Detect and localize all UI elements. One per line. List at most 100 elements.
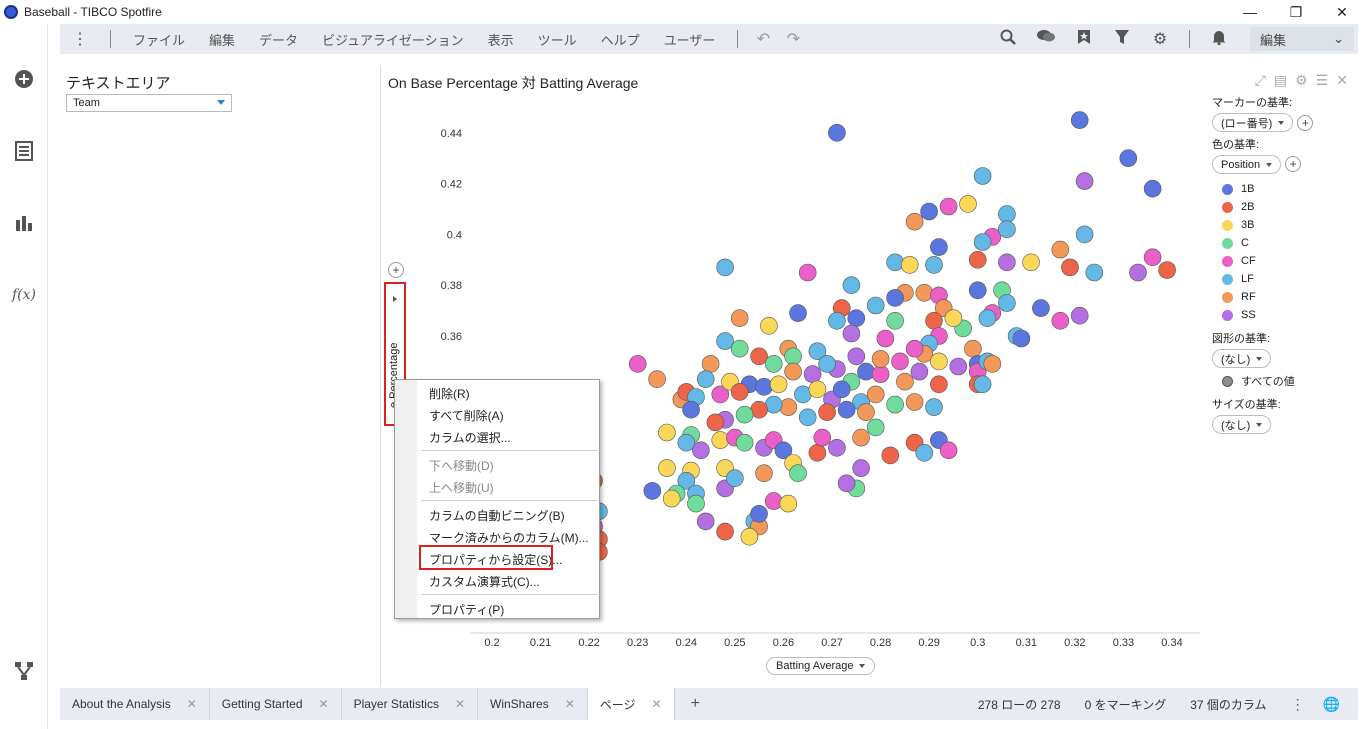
ctx-column-from-marked[interactable]: マーク済みからのカラム(M)... [429, 529, 589, 546]
data-point-ss[interactable] [949, 357, 968, 376]
tab-getting-started[interactable]: Getting Started ✕ [210, 688, 342, 720]
close-visualization-icon[interactable]: ✕ [1336, 72, 1348, 89]
color-by-dropdown[interactable]: Position [1212, 155, 1282, 174]
data-point-lf[interactable] [842, 276, 861, 294]
data-point-2b[interactable] [1158, 261, 1176, 279]
more-options-icon[interactable]: ⋮ [60, 29, 100, 49]
data-point-1b[interactable] [682, 400, 700, 419]
add-page-icon[interactable]: + [675, 695, 716, 713]
data-point-1b[interactable] [789, 304, 807, 322]
edit-mode-dropdown[interactable]: 編集 ⌄ [1250, 27, 1354, 51]
data-point-lf[interactable] [726, 469, 744, 488]
data-point-3b[interactable] [711, 431, 730, 449]
filter-icon[interactable] [1103, 29, 1141, 50]
ctx-properties[interactable]: プロパティ(P) [429, 601, 504, 618]
data-point-lf[interactable] [973, 375, 992, 394]
add-y-axis-icon[interactable]: + [388, 262, 404, 278]
menu-edit[interactable]: 編集 [197, 30, 247, 49]
data-point-rf[interactable] [852, 428, 870, 447]
more-options-icon[interactable]: ⋮ [1291, 696, 1305, 713]
bookmark-icon[interactable] [1065, 29, 1103, 50]
data-point-lf[interactable] [798, 408, 817, 427]
settings-gear-icon[interactable]: ⚙ [1141, 29, 1179, 49]
ctx-auto-binning[interactable]: カラムの自動ビニング(B) [429, 507, 565, 524]
data-point-lf[interactable] [925, 398, 943, 416]
ctx-move-up[interactable]: 上へ移動(U) [429, 479, 494, 496]
undo-icon[interactable]: ↶ [748, 29, 778, 49]
visualization-settings-icon[interactable]: ⚙ [1295, 72, 1308, 89]
ctx-custom-expression[interactable]: カスタム演算式(C)... [429, 573, 540, 590]
x-axis-selector[interactable]: Batting Average [766, 657, 876, 675]
data-point-2b[interactable] [881, 446, 900, 465]
data-point-3b[interactable] [760, 316, 778, 335]
data-point-cf[interactable] [876, 329, 895, 348]
data-point-rf[interactable] [964, 339, 982, 358]
minimize-button[interactable]: — [1227, 0, 1273, 24]
data-point-rf[interactable] [866, 385, 885, 404]
legend-item-cf[interactable]: CF [1212, 252, 1352, 270]
data-point-rf[interactable] [648, 370, 666, 389]
globe-icon[interactable]: 🌐 [1323, 696, 1340, 713]
data-point-ss[interactable] [910, 362, 929, 381]
data-point-1b[interactable] [750, 504, 768, 523]
marker-by-dropdown[interactable]: (ロー番号) [1212, 113, 1294, 132]
data-point-ss[interactable] [1129, 263, 1147, 282]
details-icon[interactable]: ▤ [1274, 72, 1287, 89]
data-point-cf[interactable] [939, 197, 958, 216]
data-point-1b[interactable] [837, 400, 856, 419]
data-point-lf[interactable] [973, 233, 992, 251]
add-data-icon[interactable] [12, 67, 36, 91]
legend-item-1b[interactable]: 1B [1212, 180, 1352, 198]
data-point-2b[interactable] [750, 347, 768, 366]
data-point-1b[interactable] [1143, 179, 1162, 198]
legend-item-2b[interactable]: 2B [1212, 198, 1352, 216]
data-point-cf[interactable] [891, 352, 909, 371]
menu-user[interactable]: ユーザー [652, 30, 728, 49]
data-point-c[interactable] [866, 418, 885, 437]
close-tab-icon[interactable]: ✕ [565, 697, 575, 711]
close-tab-icon[interactable]: ✕ [319, 697, 329, 711]
data-point-3b[interactable] [1022, 253, 1040, 272]
maximize-button[interactable]: ❐ [1273, 0, 1319, 24]
expression-fx-icon[interactable]: f(x) [12, 283, 36, 307]
data-point-rf[interactable] [905, 212, 924, 231]
data-point-1b[interactable] [643, 482, 662, 500]
data-point-c[interactable] [784, 347, 802, 366]
data-point-2b[interactable] [716, 522, 734, 541]
data-point-ss[interactable] [828, 438, 846, 457]
data-point-2b[interactable] [925, 312, 943, 330]
data-point-cf[interactable] [871, 365, 890, 383]
data-point-1b[interactable] [847, 309, 866, 327]
tab-page[interactable]: ページ ✕ [587, 688, 675, 720]
data-point-2b[interactable] [968, 251, 987, 269]
team-filter-dropdown[interactable]: Team [66, 94, 232, 112]
tab-winshares[interactable]: WinShares ✕ [478, 688, 588, 720]
ctx-move-down[interactable]: 下へ移動(D) [429, 457, 494, 474]
data-point-1b[interactable] [1070, 111, 1089, 129]
data-point-ss[interactable] [847, 347, 866, 366]
data-point-1b[interactable] [832, 380, 851, 399]
data-point-rf[interactable] [896, 372, 914, 391]
close-tab-icon[interactable]: ✕ [455, 697, 465, 711]
data-point-lf[interactable] [677, 433, 696, 452]
visualization-types-icon[interactable] [12, 211, 36, 235]
ctx-remove[interactable]: 削除(R) [429, 385, 470, 402]
data-point-ss[interactable] [696, 512, 715, 531]
data-point-rf[interactable] [701, 355, 720, 373]
data-point-lf[interactable] [998, 205, 1016, 223]
data-point-ss[interactable] [1070, 306, 1089, 325]
data-point-rf[interactable] [779, 398, 798, 416]
data-point-c[interactable] [886, 312, 904, 330]
menu-tools[interactable]: ツール [526, 30, 589, 49]
legend-item-ss[interactable]: SS [1212, 306, 1352, 324]
data-point-1b[interactable] [857, 362, 875, 381]
legend-item-c[interactable]: C [1212, 234, 1352, 252]
data-point-c[interactable] [730, 339, 749, 358]
data-point-2b[interactable] [706, 413, 725, 432]
menu-view[interactable]: 表示 [476, 30, 526, 49]
legend-item-lf[interactable]: LF [1212, 270, 1352, 288]
search-icon[interactable] [989, 29, 1027, 50]
redo-icon[interactable]: ↷ [778, 29, 808, 49]
data-point-1b[interactable] [968, 281, 987, 300]
data-point-1b[interactable] [755, 377, 773, 396]
